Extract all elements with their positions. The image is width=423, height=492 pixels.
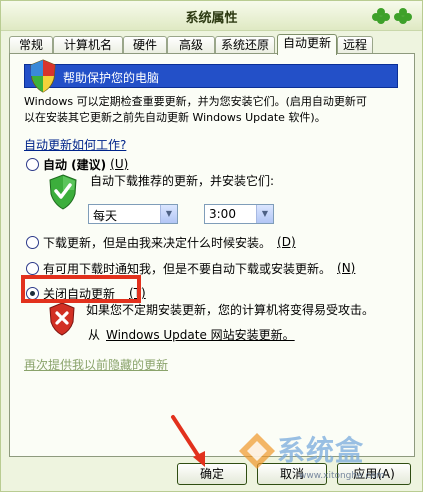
tab-automatic-updates[interactable]: 自动更新 [277, 34, 337, 55]
radio-button[interactable] [26, 261, 39, 275]
tab-system-restore[interactable]: 系统还原 [215, 36, 275, 54]
title-bar: 系统属性 [1, 1, 422, 31]
turn-off-warning: 如果您不定期安装更新，您的计算机将变得易受攻击。 [86, 303, 375, 317]
tab-hardware[interactable]: 硬件 [123, 36, 167, 54]
radio-notify-key: (N) [337, 261, 356, 275]
banner: 帮助保护您的电脑 [24, 59, 398, 93]
watermark-text: 系统盒 [277, 434, 365, 467]
time-select-value: 3:00 [209, 207, 236, 221]
window-title: 系统属性 [185, 11, 238, 26]
how-it-works-link[interactable]: 自动更新如何工作? [24, 136, 126, 153]
red-arrow-icon [171, 415, 205, 467]
radio-automatic-key: (U) [110, 157, 129, 171]
tab-general[interactable]: 常规 [9, 36, 53, 54]
radio-download-label: 下载更新，但是由我来决定什么时候安装。 [43, 235, 272, 250]
hidden-updates-link[interactable]: 再次提供我以前隐藏的更新 [24, 356, 168, 373]
tab-remote[interactable]: 远程 [337, 36, 373, 54]
watermark: 系统盒 www.xitonghe.com [237, 427, 422, 489]
description-text: Windows 可以定期检查重要更新，并为您安装它们。(启用自动更新可 以在安装… [24, 94, 406, 126]
radio-download-key: (D) [277, 235, 296, 249]
time-select[interactable]: 3:00 ▼ [204, 204, 274, 224]
radio-download[interactable]: 下载更新，但是由我来决定什么时候安装。 (D) [26, 234, 296, 250]
description-line-1: Windows 可以定期检查重要更新，并为您安装它们。(启用自动更新可 [24, 95, 367, 108]
automatic-sub-text: 自动下载推荐的更新，并安装它们: [90, 174, 275, 188]
windows-update-link[interactable]: Windows Update 网站安装更新。 [106, 326, 295, 343]
tab-computer-name[interactable]: 计算机名 [53, 36, 123, 54]
radio-automatic-label: 自动 (建议) [43, 157, 107, 172]
tab-advanced[interactable]: 高级 [167, 36, 215, 54]
highlight-box [21, 275, 141, 303]
clover-logo-icon [370, 7, 414, 25]
system-properties-dialog: 系统属性 常规 计算机名 硬件 高级 系统还原 自动更新 远程 帮助保护您的电脑… [0, 0, 423, 492]
radio-automatic[interactable]: 自动 (建议) (U) [26, 156, 128, 172]
radio-button[interactable] [26, 157, 39, 171]
automatic-updates-page: 帮助保护您的电脑 Windows 可以定期检查重要更新，并为您安装它们。(启用自… [9, 53, 415, 457]
watermark-url: www.xitonghe.com [299, 471, 385, 481]
chevron-down-icon[interactable]: ▼ [160, 205, 177, 223]
red-shield-icon [49, 302, 75, 336]
radio-notify[interactable]: 有可用下载时通知我，但是不要自动下载或安装更新。 (N) [26, 260, 355, 276]
security-shield-icon [30, 59, 56, 93]
watermark-logo-icon [239, 433, 275, 469]
radio-button[interactable] [26, 235, 39, 249]
radio-notify-label: 有可用下载时通知我，但是不要自动下载或安装更新。 [43, 261, 332, 276]
from-text: 从 [88, 328, 101, 342]
chevron-down-icon[interactable]: ▼ [256, 205, 273, 223]
green-shield-icon [49, 174, 77, 210]
description-line-2: 以在安装其它更新之前先自动更新 Windows Update 软件)。 [24, 111, 326, 124]
banner-text: 帮助保护您的电脑 [63, 71, 160, 85]
day-select[interactable]: 每天 ▼ [88, 204, 178, 224]
day-select-value: 每天 [93, 209, 118, 223]
